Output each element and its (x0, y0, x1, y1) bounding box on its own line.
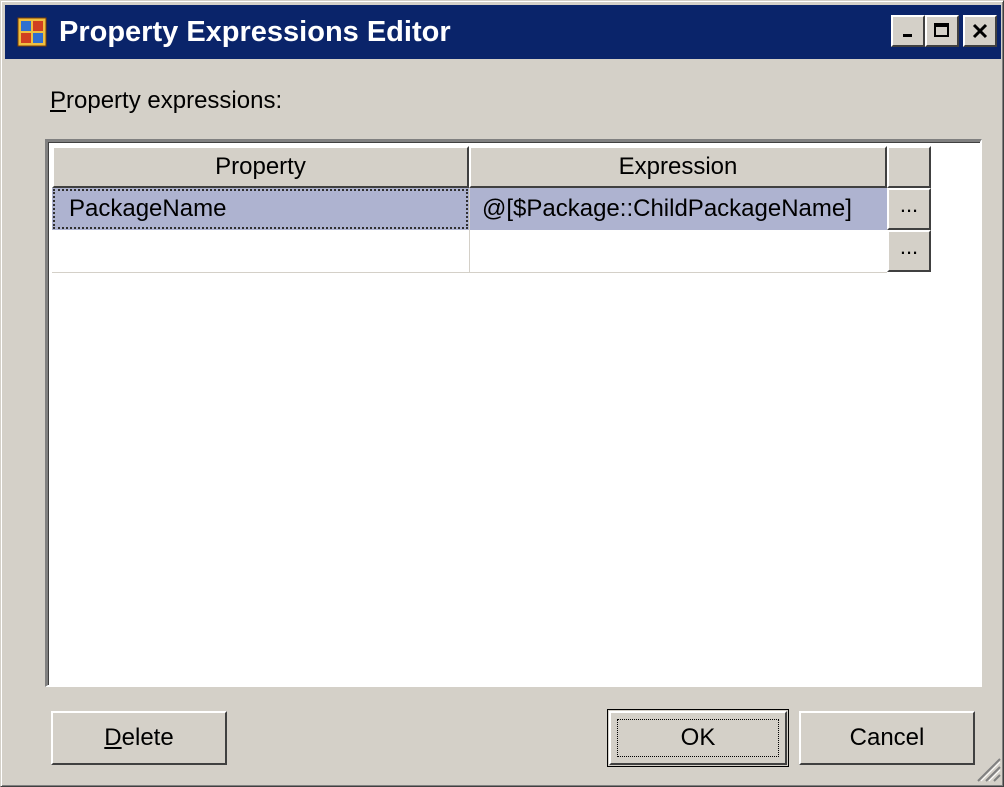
label-text: roperty expressions: (66, 87, 283, 114)
title-bar[interactable]: Property Expressions Editor (5, 5, 1001, 59)
ok-button[interactable]: OK (607, 709, 789, 767)
column-header-property[interactable]: Property (52, 146, 469, 188)
delete-mnemonic: D (104, 724, 122, 751)
cancel-button[interactable]: Cancel (799, 711, 975, 765)
window-title: Property Expressions Editor (59, 16, 451, 48)
property-expressions-editor-window: Property Expressions Editor Property exp… (0, 0, 1004, 787)
label-mnemonic: P (50, 87, 67, 114)
close-button[interactable] (963, 15, 997, 47)
resize-grip-icon[interactable] (973, 753, 1001, 783)
table-row[interactable] (52, 230, 887, 273)
property-expressions-label: Property expressions: (50, 87, 282, 115)
maximize-button[interactable] (925, 15, 959, 47)
edit-expression-button[interactable]: ... (887, 230, 931, 272)
app-icon (17, 17, 47, 47)
expression-cell[interactable] (469, 230, 887, 272)
minimize-button[interactable] (891, 15, 925, 47)
property-expressions-grid[interactable]: Property Expression PackageName @[$Packa… (45, 139, 982, 687)
delete-label: elete (121, 724, 174, 751)
property-cell[interactable] (52, 230, 469, 272)
edit-expression-button[interactable]: ... (887, 188, 931, 230)
maximize-icon (934, 23, 949, 37)
property-cell[interactable]: PackageName (52, 188, 469, 230)
close-icon (972, 23, 988, 39)
table-row[interactable]: PackageName @[$Package::ChildPackageName… (52, 188, 887, 230)
expression-cell[interactable]: @[$Package::ChildPackageName] (469, 188, 887, 230)
column-header-expression[interactable]: Expression (469, 146, 887, 188)
delete-button[interactable]: Delete (51, 711, 227, 765)
column-header-button[interactable] (887, 146, 931, 188)
minimize-icon (903, 34, 912, 37)
